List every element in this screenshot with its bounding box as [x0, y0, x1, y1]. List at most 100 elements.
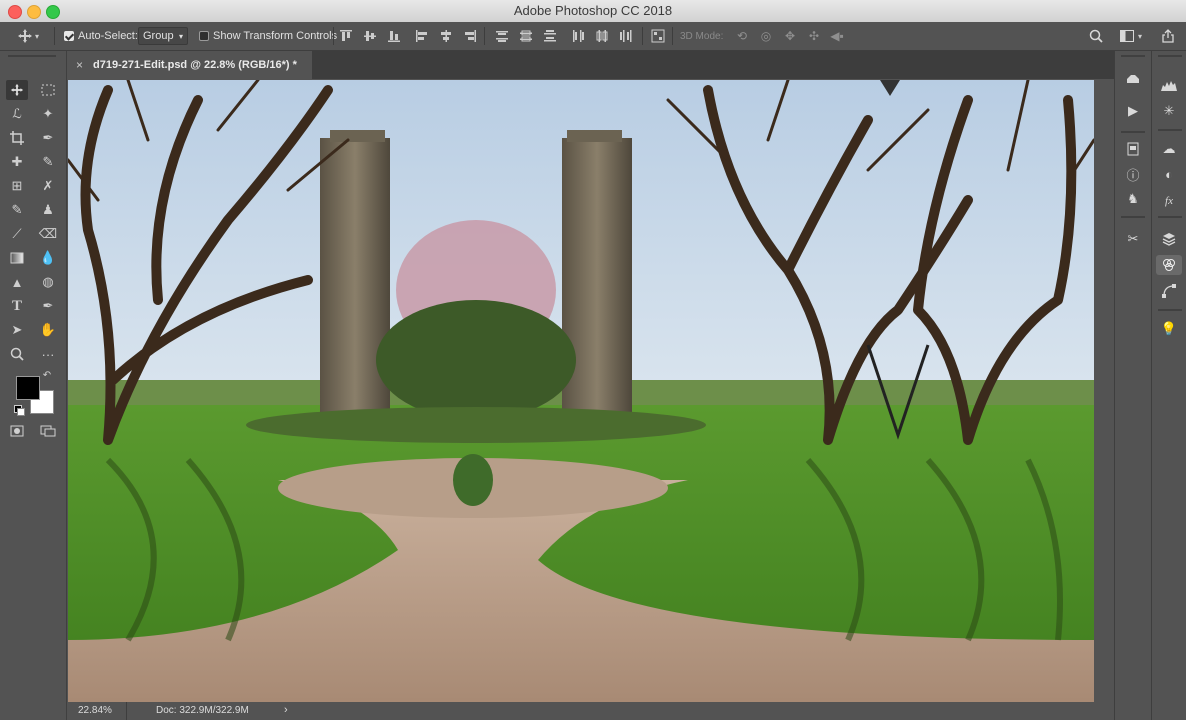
clone-stamp-icon[interactable]: ⊞: [6, 176, 28, 196]
distribute-right-icon[interactable]: [618, 28, 634, 44]
status-menu-arrow[interactable]: ›: [284, 704, 288, 716]
libraries-panel-icon[interactable]: [1120, 139, 1146, 159]
clone-source-icon[interactable]: ♞: [1120, 189, 1146, 209]
separator: [484, 27, 485, 45]
close-tab-icon[interactable]: ×: [76, 58, 83, 72]
learn-panel-icon[interactable]: 💡: [1156, 319, 1182, 339]
actions-panel-icon[interactable]: [1120, 71, 1146, 91]
center-shrubbery: [376, 300, 576, 420]
left-tower-battlement: [330, 130, 385, 142]
styles-panel-icon[interactable]: fx: [1156, 191, 1182, 211]
navigator-icon[interactable]: ✳: [1156, 101, 1182, 121]
sponge-tool-icon[interactable]: ◍: [37, 272, 59, 292]
sharpen-tool-icon[interactable]: ▲: [6, 272, 28, 292]
panel-grip[interactable]: [8, 55, 56, 57]
workspace-switcher-icon[interactable]: ▾: [1115, 27, 1147, 45]
art-history-brush-icon[interactable]: ⟋: [6, 224, 28, 244]
3d-scale-icon[interactable]: ◀▪: [828, 27, 846, 45]
foreground-color-chip[interactable]: [16, 376, 40, 400]
status-bar: 22.84% Doc: 322.9M/322.9M ›: [68, 702, 1114, 720]
distribute-bottom-icon[interactable]: [542, 28, 558, 44]
zoom-level[interactable]: 22.84%: [78, 705, 112, 716]
screen-mode-icon[interactable]: [37, 421, 59, 441]
show-transform-control[interactable]: Show Transform Controls: [199, 22, 337, 50]
auto-align-layers-icon[interactable]: [650, 28, 666, 44]
chevron-down-icon: ▾: [179, 31, 184, 41]
crop-tool-icon[interactable]: [6, 128, 28, 148]
panel-divider: [1158, 309, 1182, 311]
show-transform-checkbox[interactable]: [199, 31, 209, 41]
panel-grip[interactable]: [1158, 55, 1182, 57]
path-selection-icon[interactable]: ➤: [6, 320, 28, 340]
document-tab-bar: × d719-271-Edit.psd @ 22.8% (RGB/16*) *: [68, 51, 1114, 79]
eyedropper-icon[interactable]: ✒: [37, 128, 59, 148]
more-tools-icon[interactable]: ···: [37, 344, 59, 364]
move-tool-preset-icon[interactable]: ▾: [16, 27, 40, 45]
paths-panel-icon[interactable]: [1156, 281, 1182, 301]
panel-divider: [1121, 131, 1145, 133]
adjustments-icon[interactable]: ◐: [1156, 164, 1182, 184]
default-colors-icon[interactable]: [14, 405, 25, 416]
right-panel-dock-1: ▶ ⓘ ♞ ✂: [1114, 51, 1151, 720]
eraser-icon[interactable]: ✎: [6, 200, 28, 220]
align-bottom-icon[interactable]: [386, 28, 402, 44]
tool-presets-icon[interactable]: ✂: [1120, 229, 1146, 249]
3d-orbit-icon[interactable]: ⟲: [733, 27, 751, 45]
auto-select-dropdown[interactable]: Group ▾: [138, 22, 189, 50]
eraser-tool-icon[interactable]: ⌫: [37, 224, 59, 244]
brush-tool-icon[interactable]: ✎: [37, 152, 59, 172]
panel-divider: [1158, 216, 1182, 218]
auto-select-checkbox[interactable]: [64, 31, 74, 41]
window-title: Adobe Photoshop CC 2018: [513, 3, 673, 18]
document-canvas[interactable]: [66, 78, 1096, 702]
type-tool-icon[interactable]: T: [6, 296, 28, 316]
3d-pan-icon[interactable]: ✥: [781, 27, 799, 45]
histogram-icon[interactable]: [1156, 75, 1182, 95]
hand-tool-icon[interactable]: ✋: [37, 320, 59, 340]
auto-select-control[interactable]: Auto-Select:: [64, 22, 138, 50]
layers-panel-icon[interactable]: [1156, 229, 1182, 249]
pen-tool-icon[interactable]: ✒: [37, 296, 59, 316]
panel-grip[interactable]: [1121, 55, 1145, 57]
spot-healing-icon[interactable]: ✚: [6, 152, 28, 172]
zoom-tool-icon[interactable]: [6, 344, 28, 364]
search-icon[interactable]: [1087, 27, 1105, 45]
blur-tool-icon[interactable]: 💧: [37, 248, 59, 268]
3d-slide-icon[interactable]: ✣: [805, 27, 823, 45]
align-horizontal-centers-icon[interactable]: [438, 28, 454, 44]
creative-cloud-icon[interactable]: ☁: [1156, 139, 1182, 159]
center-plant: [453, 454, 493, 506]
tools-panel: ℒ ✦ ✒ ✚ ✎ ⊞ ✗ ✎ ♟ ⟋ ⌫ 💧 ▲ ◍ T ✒ ➤ ✋ ··· …: [0, 51, 67, 720]
show-transform-label: Show Transform Controls: [213, 30, 338, 42]
right-tower-battlement: [567, 130, 622, 142]
align-left-icon[interactable]: [414, 28, 430, 44]
share-icon[interactable]: [1158, 27, 1178, 45]
magic-wand-icon[interactable]: ✦: [37, 104, 59, 124]
align-right-icon[interactable]: [462, 28, 478, 44]
distribute-horizontal-centers-icon[interactable]: [594, 28, 610, 44]
history-brush-icon[interactable]: ✗: [37, 176, 59, 196]
panel-divider: [1158, 129, 1182, 131]
play-icon[interactable]: ▶: [1120, 101, 1146, 121]
distribute-vertical-centers-icon[interactable]: [518, 28, 534, 44]
distribute-left-icon[interactable]: [570, 28, 586, 44]
align-vertical-centers-icon[interactable]: [362, 28, 378, 44]
channels-panel-icon[interactable]: [1156, 255, 1182, 275]
rectangular-marquee-icon[interactable]: [37, 80, 59, 100]
move-tool-icon[interactable]: [6, 80, 28, 100]
gradient-tool-icon[interactable]: [6, 248, 28, 268]
3d-roll-icon[interactable]: ◎: [757, 27, 775, 45]
lasso-tool-icon[interactable]: ℒ: [6, 104, 28, 124]
canvas-area[interactable]: [66, 78, 1096, 702]
quick-mask-icon[interactable]: [6, 421, 28, 441]
distribute-top-icon[interactable]: [494, 28, 510, 44]
align-top-icon[interactable]: [338, 28, 354, 44]
separator: [642, 27, 643, 45]
options-bar: ▾ Auto-Select: Group ▾ Show Transform Con…: [0, 22, 1186, 51]
swap-colors-icon[interactable]: ↶: [40, 369, 54, 381]
stamp-icon[interactable]: ♟: [37, 200, 59, 220]
separator: [333, 27, 334, 45]
3d-mode-label: 3D Mode:: [680, 30, 724, 42]
info-panel-icon[interactable]: ⓘ: [1120, 164, 1146, 184]
document-tab[interactable]: × d719-271-Edit.psd @ 22.8% (RGB/16*) *: [68, 51, 312, 79]
